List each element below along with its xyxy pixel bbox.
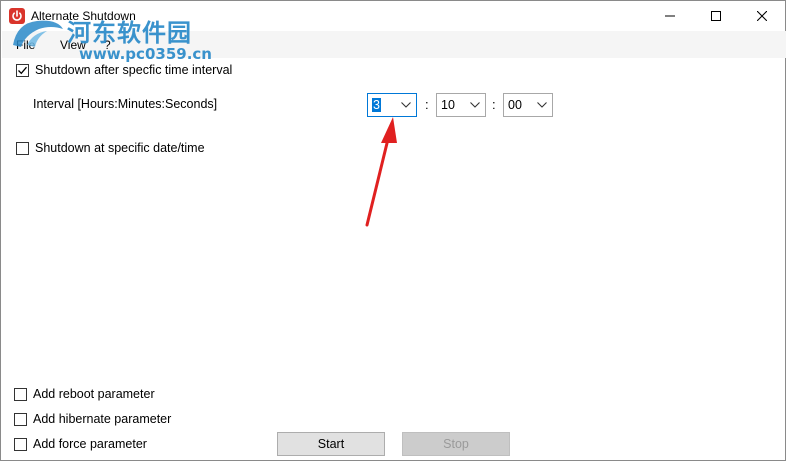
force-option[interactable]: Add force parameter — [14, 437, 147, 451]
minimize-icon — [665, 15, 675, 17]
reboot-checkbox[interactable] — [14, 387, 27, 401]
chevron-down-icon — [537, 102, 547, 108]
stop-button[interactable]: Stop — [402, 432, 510, 456]
at-datetime-checkbox[interactable] — [16, 141, 29, 155]
annotation-arrow-icon — [365, 117, 397, 227]
after-interval-option[interactable]: Shutdown after specfic time interval — [16, 63, 232, 77]
minimize-button[interactable] — [647, 1, 693, 31]
minutes-value: 10 — [441, 98, 455, 112]
close-icon — [757, 11, 767, 21]
after-interval-label: Shutdown after specfic time interval — [35, 63, 233, 77]
watermark-url: www.pc0359.cn — [79, 45, 212, 63]
chevron-down-icon — [401, 102, 411, 108]
hibernate-option[interactable]: Add hibernate parameter — [14, 412, 171, 426]
checkmark-icon — [18, 66, 27, 74]
reboot-option[interactable]: Add reboot parameter — [14, 387, 155, 401]
after-interval-checkbox[interactable] — [16, 63, 29, 77]
at-datetime-label: Shutdown at specific date/time — [35, 141, 205, 155]
minutes-seconds-separator: : — [492, 97, 496, 112]
force-checkbox[interactable] — [14, 437, 27, 451]
reboot-label: Add reboot parameter — [33, 387, 155, 401]
maximize-icon — [711, 11, 721, 21]
chevron-down-icon — [470, 102, 480, 108]
close-button[interactable] — [739, 1, 785, 31]
hours-minutes-separator: : — [425, 97, 429, 112]
seconds-dropdown[interactable]: 00 — [503, 93, 553, 117]
watermark-logo-icon — [13, 20, 63, 47]
maximize-button[interactable] — [693, 1, 739, 31]
seconds-value: 00 — [508, 98, 522, 112]
start-button[interactable]: Start — [277, 432, 385, 456]
interval-label: Interval [Hours:Minutes:Seconds] — [33, 97, 218, 111]
hibernate-checkbox[interactable] — [14, 412, 27, 426]
minutes-dropdown[interactable]: 10 — [436, 93, 486, 117]
force-label: Add force parameter — [33, 437, 147, 451]
at-datetime-option[interactable]: Shutdown at specific date/time — [16, 141, 205, 155]
hibernate-label: Add hibernate parameter — [33, 412, 172, 426]
app-window: Alternate Shutdown File View ? 河东软件园 www… — [0, 0, 786, 461]
watermark-text: 河东软件园 — [67, 18, 192, 47]
